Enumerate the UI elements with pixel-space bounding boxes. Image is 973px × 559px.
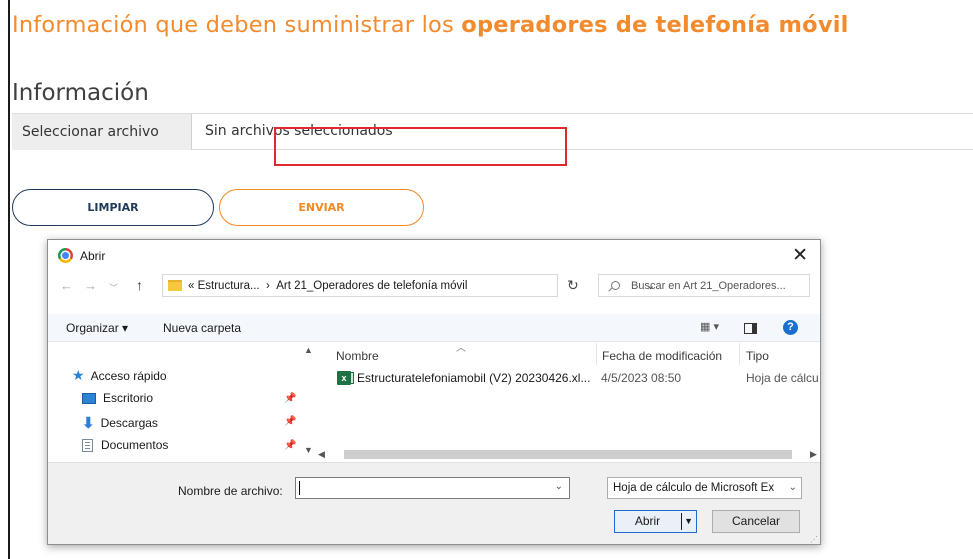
address-prefix: « <box>188 279 195 292</box>
refresh-icon[interactable]: ↻ <box>567 277 579 294</box>
filetype-value: Hoja de cálculo de Microsoft Ex <box>613 482 775 494</box>
pin-icon[interactable]: 📌 <box>284 440 296 451</box>
resize-grip-icon[interactable]: ⋰ <box>810 535 818 544</box>
chrome-icon <box>58 248 73 263</box>
scroll-up-icon[interactable]: ▲ <box>304 345 313 355</box>
send-button[interactable]: ENVIAR <box>219 189 424 226</box>
search-placeholder: Buscar en Art 21_Operadores... <box>631 279 786 292</box>
column-divider[interactable] <box>739 343 740 365</box>
file-list: Nombre ︿ Fecha de modificación Tipo x Es… <box>317 343 820 461</box>
file-name: Estructuratelefoniamobil (V2) 20230426.x… <box>357 371 591 385</box>
dialog-titlebar: Abrir ✕ <box>48 240 820 270</box>
search-icon <box>611 281 620 290</box>
dialog-title: Abrir <box>80 249 106 263</box>
up-arrow-icon[interactable]: ↑ <box>136 277 143 293</box>
nav-descargas[interactable]: ⬇ Descargas <box>82 414 158 432</box>
nav-escritorio-label: Escritorio <box>103 391 154 405</box>
organize-menu[interactable]: Organizar ▾ <box>66 321 128 335</box>
select-file-button[interactable]: Seleccionar archivo <box>12 114 192 150</box>
help-icon[interactable]: ? <box>783 320 798 335</box>
page-title-bold: operadores de telefonía móvil <box>461 12 849 38</box>
clear-button[interactable]: LIMPIAR <box>12 189 214 226</box>
scroll-right-icon[interactable]: ▶ <box>810 449 817 460</box>
sort-caret-icon: ︿ <box>456 343 466 354</box>
column-type[interactable]: Tipo <box>746 349 769 363</box>
nav-documentos-label: Documentos <box>101 438 169 452</box>
filetype-select[interactable]: Hoja de cálculo de Microsoft Ex ⌄ <box>607 477 802 499</box>
back-arrow-icon[interactable]: ← <box>60 278 73 293</box>
dialog-toolbar: Organizar ▾ Nueva carpeta ▦ ▾ ? <box>48 314 820 342</box>
text-caret <box>299 481 300 495</box>
folder-icon <box>168 280 182 291</box>
breadcrumb-art21[interactable]: Art 21_Operadores de telefonía móvil <box>276 280 467 292</box>
scroll-thumb[interactable] <box>344 450 792 459</box>
pin-icon[interactable]: 📌 <box>284 393 296 404</box>
nav-descargas-label: Descargas <box>100 416 158 430</box>
page-title: Información que deben suministrar los op… <box>12 12 849 38</box>
excel-file-icon: x <box>337 371 354 385</box>
address-bar[interactable]: « Estructura... › Art 21_Operadores de t… <box>162 274 655 297</box>
nav-scrollbar[interactable]: ▲ ▼ <box>300 343 316 461</box>
open-button-label: Abrir <box>634 514 661 528</box>
new-folder-button[interactable]: Nueva carpeta <box>163 321 241 335</box>
column-name[interactable]: Nombre <box>336 349 379 363</box>
breadcrumb-estructura[interactable]: Estructura... <box>198 280 260 292</box>
file-type: Hoja de cálcu <box>746 371 819 385</box>
filename-label: Nombre de archivo: <box>178 484 283 498</box>
horizontal-scrollbar[interactable]: ◀ ▶ <box>316 447 820 462</box>
navigation-pane: ★ Acceso rápido Escritorio 📌 ⬇ Descargas… <box>48 343 316 459</box>
split-dropdown-icon[interactable]: ▼ <box>684 511 693 532</box>
desktop-icon <box>82 392 96 404</box>
scroll-down-icon[interactable]: ▼ <box>304 445 313 455</box>
close-icon[interactable]: ✕ <box>792 244 808 267</box>
star-icon: ★ <box>72 367 85 383</box>
left-border <box>8 0 10 559</box>
downloads-icon: ⬇ <box>82 415 95 432</box>
chevron-down-icon[interactable]: ⌄ <box>786 482 797 493</box>
pin-icon[interactable]: 📌 <box>284 416 296 427</box>
cancel-button[interactable]: Cancelar <box>712 510 800 533</box>
nav-quick-access[interactable]: ★ Acceso rápido <box>72 367 167 384</box>
forward-arrow-icon[interactable]: → <box>84 278 97 293</box>
column-modified[interactable]: Fecha de modificación <box>602 349 722 363</box>
scroll-left-icon[interactable]: ◀ <box>318 449 325 460</box>
search-box[interactable]: Buscar en Art 21_Operadores... <box>598 274 810 297</box>
page-title-regular: Información que deben suministrar los <box>12 12 462 38</box>
documents-icon <box>82 438 93 452</box>
breadcrumb-separator: › <box>266 279 270 292</box>
view-options-icon[interactable]: ▦ ▾ <box>700 320 719 333</box>
nav-quick-access-label: Acceso rápido <box>90 368 167 383</box>
filename-input[interactable]: ⌄ <box>295 477 570 499</box>
nav-escritorio[interactable]: Escritorio <box>82 391 153 405</box>
dialog-footer: Nombre de archivo: ⌄ Hoja de cálculo de … <box>48 462 820 544</box>
open-button[interactable]: Abrir ▼ <box>614 510 697 533</box>
preview-pane-icon[interactable] <box>744 323 757 334</box>
chevron-down-icon[interactable]: ⌄ <box>555 481 563 492</box>
open-file-dialog: Abrir ✕ ← → ﹀ ↑ « Estructura... › Art 21… <box>47 239 821 545</box>
highlight-box <box>274 127 567 166</box>
split-divider <box>681 513 682 530</box>
file-row[interactable]: x Estructuratelefoniamobil (V2) 20230426… <box>317 368 820 388</box>
column-divider[interactable] <box>596 343 597 365</box>
file-modified: 4/5/2023 08:50 <box>601 371 682 385</box>
nav-documentos[interactable]: Documentos <box>82 438 168 452</box>
recent-chevron-icon[interactable]: ﹀ <box>109 281 118 294</box>
section-title: Información <box>12 80 149 106</box>
